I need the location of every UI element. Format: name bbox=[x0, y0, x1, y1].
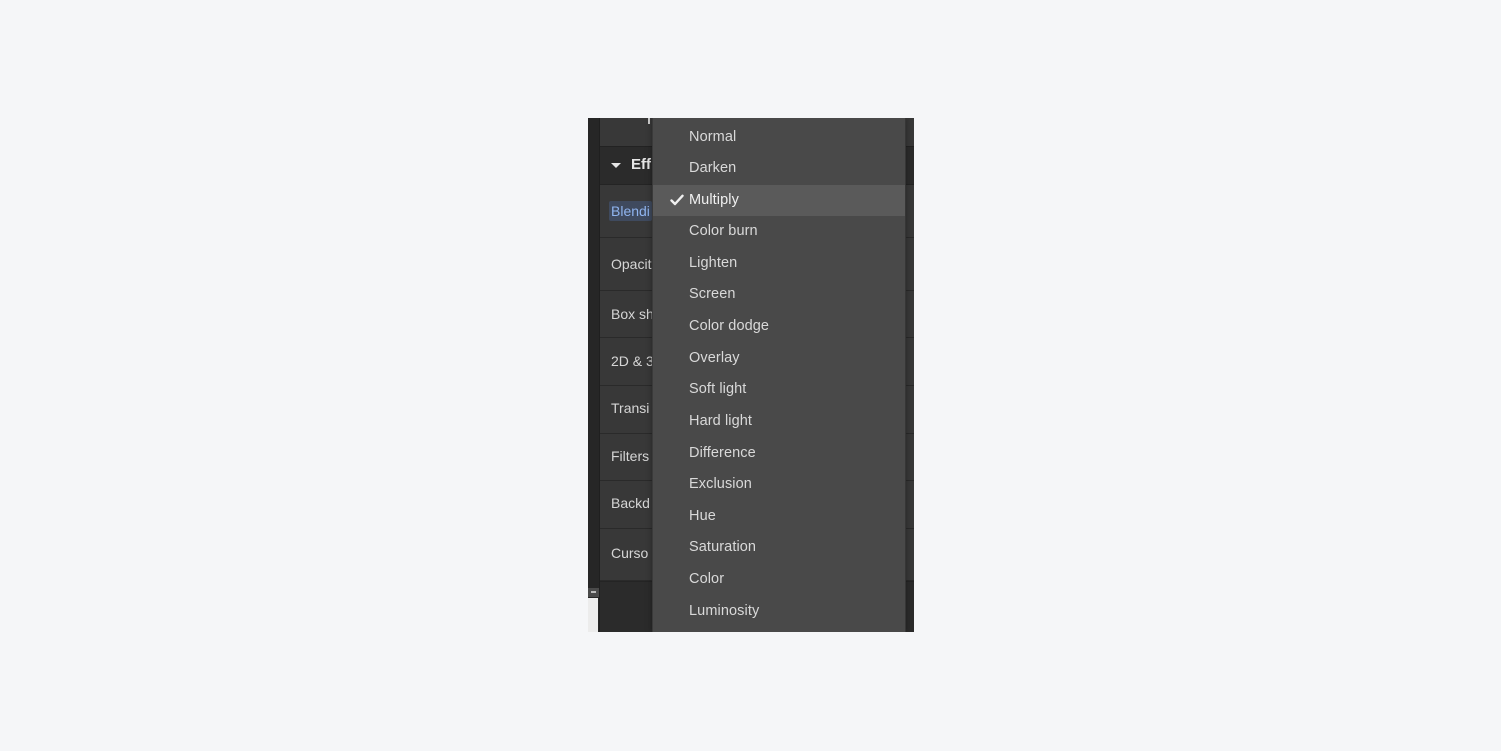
menu-item-label: Lighten bbox=[689, 255, 738, 271]
menu-item-label: Difference bbox=[689, 445, 756, 461]
blending-label[interactable]: Blendi bbox=[609, 201, 652, 221]
scroll-down-arrow-icon[interactable] bbox=[588, 588, 599, 597]
menu-item-label: Darken bbox=[689, 160, 737, 176]
menu-item-label: Screen bbox=[689, 286, 736, 302]
box-shadows-label: Box sh bbox=[611, 306, 654, 322]
canvas-edge bbox=[588, 598, 598, 632]
menu-item-color-dodge[interactable]: Color dodge bbox=[653, 311, 905, 342]
menu-item-exclusion[interactable]: Exclusion bbox=[653, 469, 905, 500]
menu-item-label: Saturation bbox=[689, 539, 757, 555]
menu-item-normal[interactable]: Normal bbox=[653, 122, 905, 153]
filters-label: Filters bbox=[611, 448, 650, 464]
menu-item-label: Color dodge bbox=[689, 318, 770, 334]
menu-item-lighten[interactable]: Lighten bbox=[653, 248, 905, 279]
transitions-label: Transi bbox=[611, 400, 650, 416]
menu-item-label: Hue bbox=[689, 508, 716, 524]
menu-item-darken[interactable]: Darken bbox=[653, 153, 905, 184]
menu-item-label: Soft light bbox=[689, 381, 747, 397]
menu-item-hard-light[interactable]: Hard light bbox=[653, 406, 905, 437]
menu-item-label: Overlay bbox=[689, 350, 740, 366]
menu-item-label: Normal bbox=[689, 129, 737, 145]
backdrop-filters-label: Backd bbox=[611, 495, 650, 511]
menu-item-multiply[interactable]: Multiply bbox=[653, 185, 905, 216]
menu-item-label: Luminosity bbox=[689, 603, 760, 619]
cursor-label: Curso bbox=[611, 545, 649, 561]
menu-item-label: Hard light bbox=[689, 413, 753, 429]
effects-section-title: Eff bbox=[631, 156, 651, 173]
opacity-label: Opacit bbox=[611, 256, 652, 272]
menu-item-screen[interactable]: Screen bbox=[653, 279, 905, 310]
transforms-label: 2D & 3 bbox=[611, 353, 654, 369]
designer-panel-frame: Eff Blendi Opacit Box sh 2D & 3 Transi F… bbox=[588, 118, 914, 632]
caret-down-icon[interactable] bbox=[611, 163, 621, 168]
menu-item-difference[interactable]: Difference bbox=[653, 438, 905, 469]
menu-item-hue[interactable]: Hue bbox=[653, 501, 905, 532]
more-options-icon[interactable] bbox=[648, 118, 650, 124]
menu-item-soft-light[interactable]: Soft light bbox=[653, 374, 905, 405]
menu-item-luminosity[interactable]: Luminosity bbox=[653, 596, 905, 627]
blending-mode-dropdown-menu[interactable]: Normal Darken Multiply Color burn Lighte… bbox=[652, 118, 906, 632]
menu-item-overlay[interactable]: Overlay bbox=[653, 343, 905, 374]
menu-item-label: Multiply bbox=[689, 192, 739, 208]
menu-item-color-burn[interactable]: Color burn bbox=[653, 216, 905, 247]
menu-item-label: Color burn bbox=[689, 223, 758, 239]
menu-item-saturation[interactable]: Saturation bbox=[653, 532, 905, 563]
menu-item-color[interactable]: Color bbox=[653, 564, 905, 595]
menu-item-label: Exclusion bbox=[689, 476, 752, 492]
checkmark-icon bbox=[670, 194, 684, 206]
menu-item-label: Color bbox=[689, 571, 725, 587]
left-scrollbar[interactable] bbox=[588, 118, 600, 632]
